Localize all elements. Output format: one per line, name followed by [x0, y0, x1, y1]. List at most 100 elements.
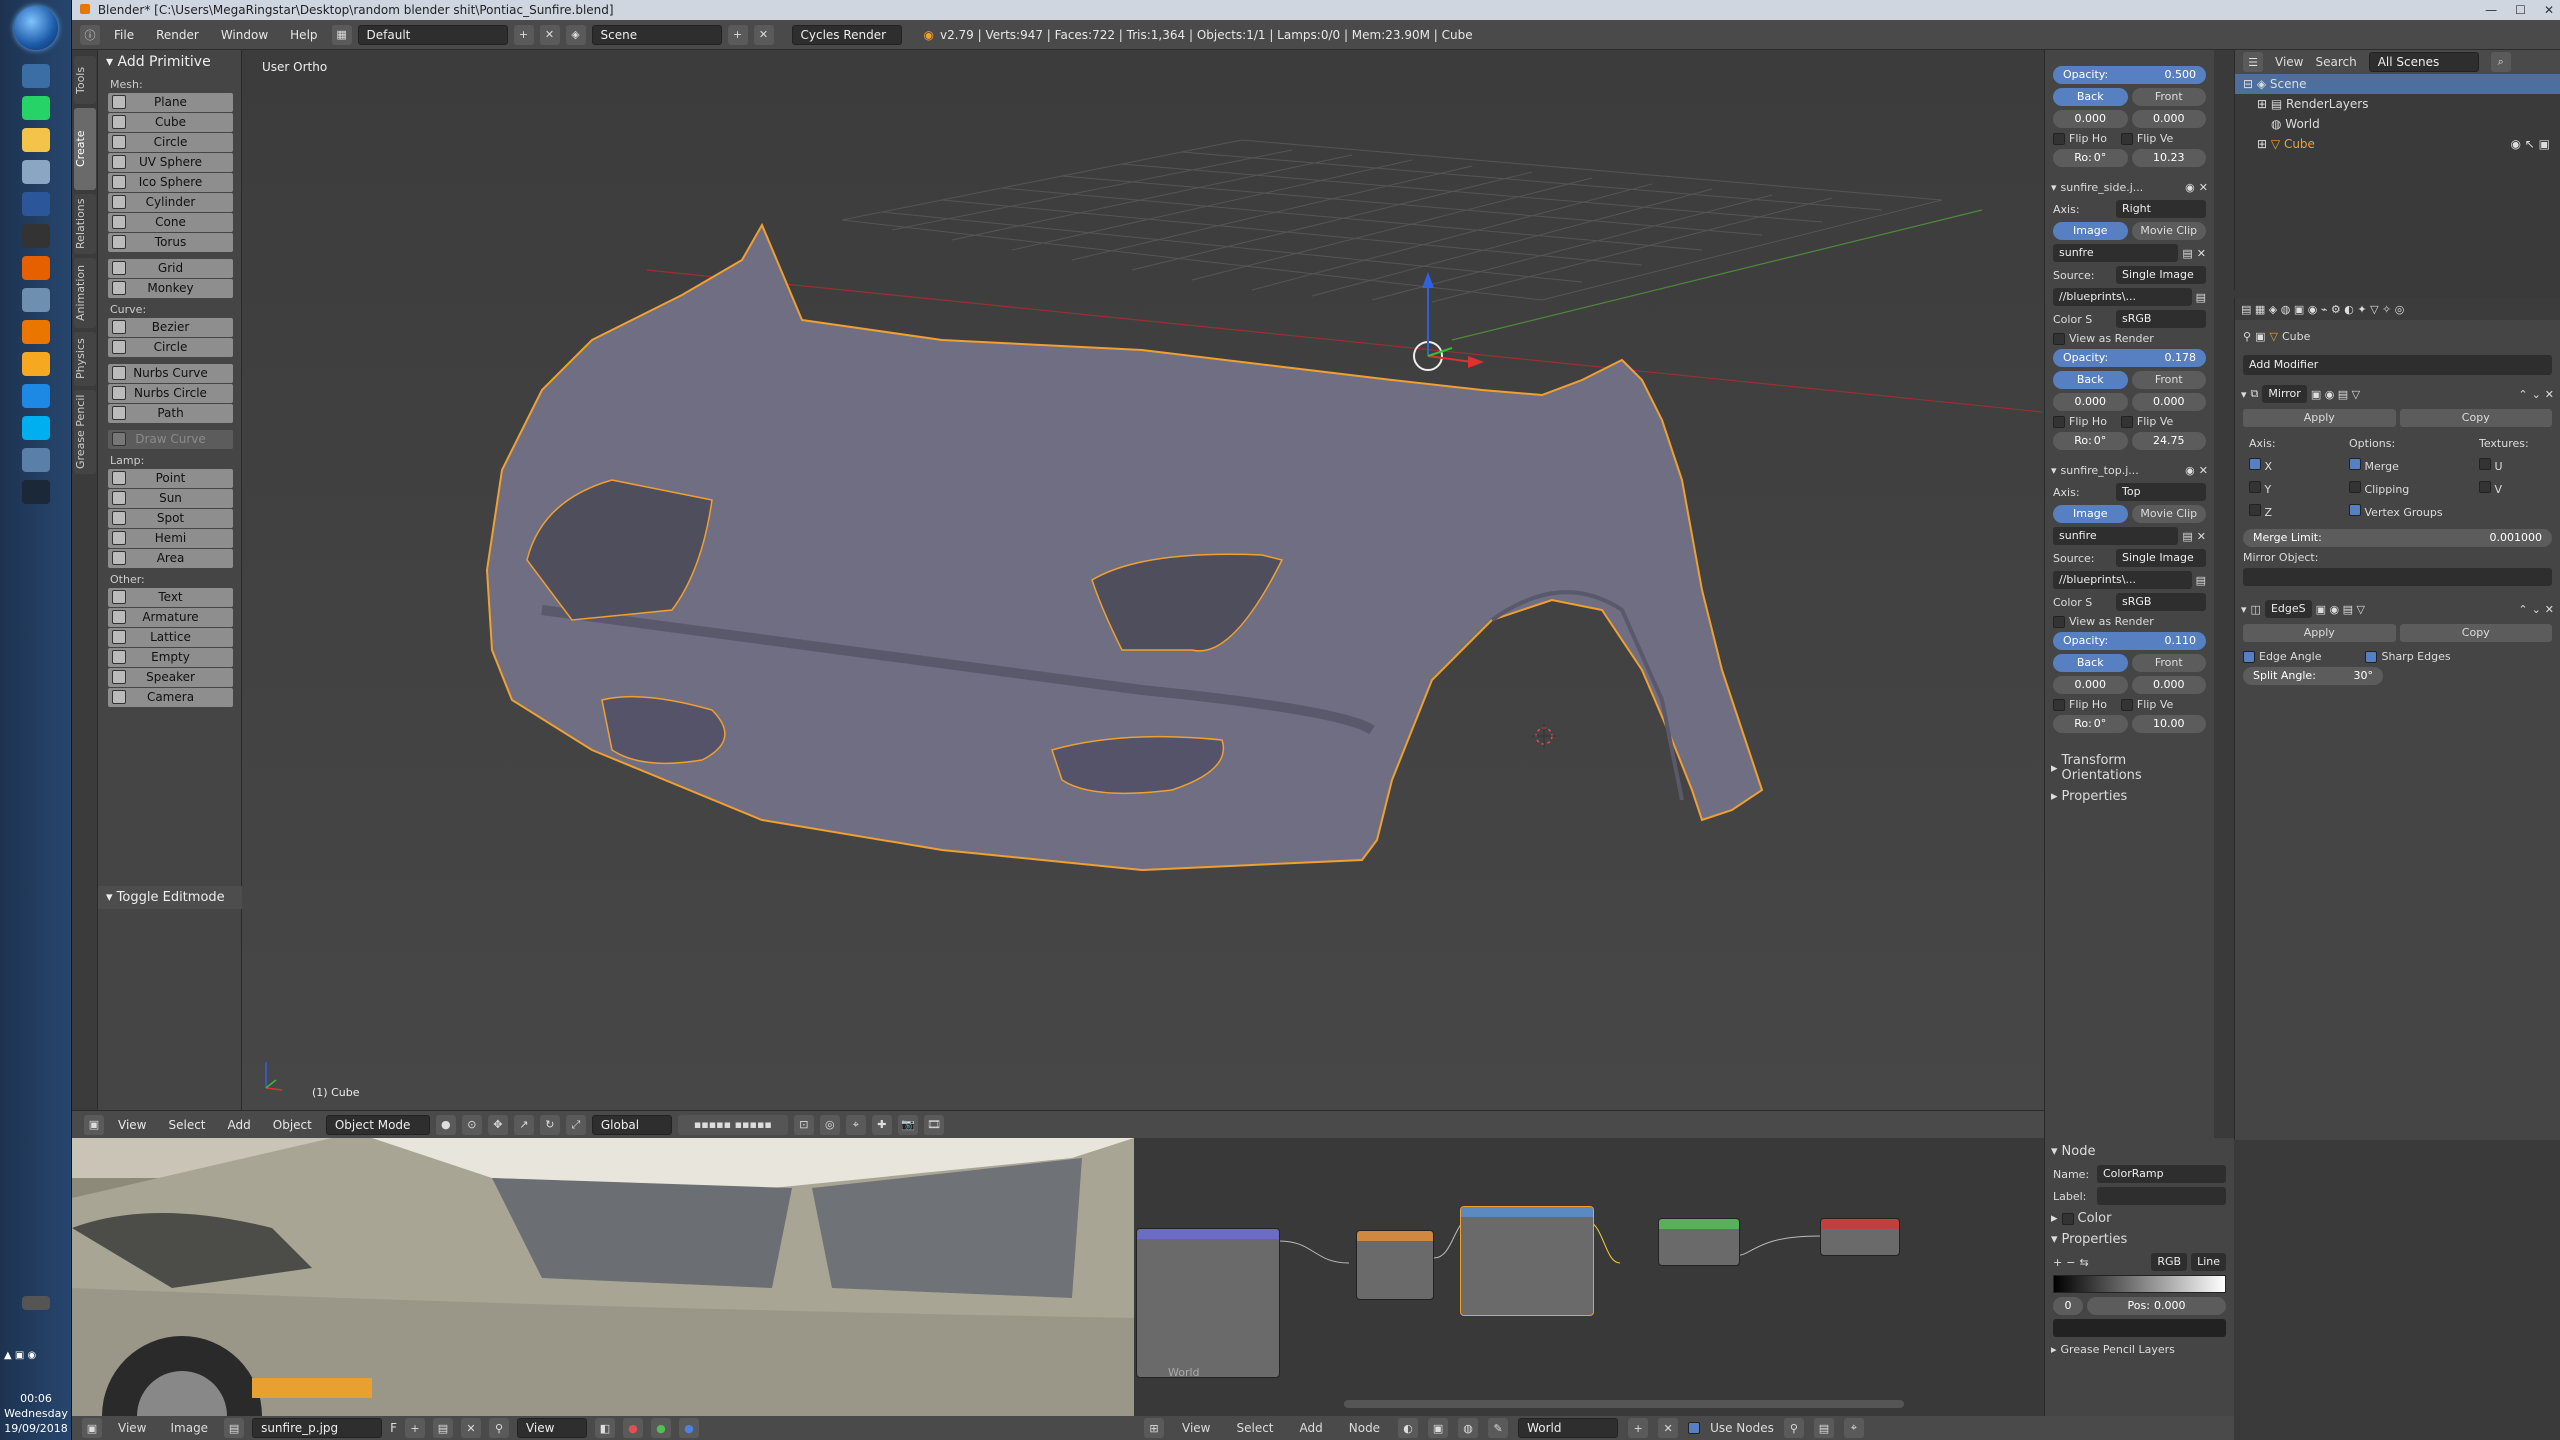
menu-help[interactable]: Help [282, 28, 325, 42]
properties-panel[interactable]: ▸ Properties [2051, 789, 2208, 804]
front-button[interactable]: Front [2131, 371, 2206, 389]
clock[interactable]: 00:06 Wednesday 19/09/2018 [0, 1391, 72, 1436]
stop-index-field[interactable]: 0 [2053, 1297, 2083, 1315]
axis-selector[interactable]: Right [2116, 200, 2206, 218]
snap-icon[interactable]: ⌖ [845, 1114, 866, 1135]
movie-clip-button[interactable]: Movie Clip [2131, 505, 2206, 523]
node-name-field[interactable]: ColorRamp [2097, 1165, 2226, 1183]
add-other-button[interactable]: Speaker [108, 668, 233, 687]
visibility-icons[interactable]: ◉ ↖ ▣ [2511, 134, 2551, 154]
source-selector[interactable]: Single Image [2116, 266, 2206, 284]
add-mesh-button[interactable]: UV Sphere [108, 153, 233, 172]
add-lamp-button[interactable]: Hemi [108, 529, 233, 548]
add-other-button[interactable]: Empty [108, 648, 233, 667]
render-anim-icon[interactable]: 🎞 [923, 1114, 944, 1135]
mirror-modifier-header[interactable]: ▾ ⧉ Mirror ▣ ◉ ▤ ▽ ⌃ ⌄ ✕ [2241, 385, 2554, 403]
skype-icon[interactable] [22, 416, 50, 440]
front-button[interactable]: Front [2131, 88, 2206, 106]
node-panel-header[interactable]: ▾ Node [2051, 1144, 2228, 1159]
flip-v-checkbox[interactable] [2120, 132, 2133, 145]
merge-checkbox[interactable] [2349, 458, 2361, 470]
add-lamp-button[interactable]: Spot [108, 509, 233, 528]
menu-view[interactable]: View [110, 1421, 154, 1435]
opacity-field[interactable]: Opacity: 0.178 [2053, 349, 2206, 367]
add-mesh-button[interactable]: Ico Sphere [108, 173, 233, 192]
sharp-edges-checkbox[interactable] [2365, 650, 2378, 663]
channel-g-icon[interactable]: ● [650, 1418, 671, 1438]
offset-x-field[interactable]: 0.000 [2053, 393, 2128, 411]
opacity-field[interactable]: Opacity: 0.500 [2053, 66, 2206, 84]
tab-animation[interactable]: Animation [74, 258, 96, 328]
merge-limit-field[interactable]: Merge Limit: 0.001000 [2243, 529, 2552, 547]
channel-r-icon[interactable]: ● [622, 1418, 643, 1438]
mode-selector[interactable]: Object Mode [325, 1114, 430, 1135]
grease-pencil-panel[interactable]: ▸ Grease Pencil Layers [2051, 1343, 2228, 1356]
view-as-render-checkbox[interactable] [2053, 615, 2065, 628]
texture-u-checkbox[interactable] [2479, 458, 2491, 470]
tray-icons[interactable]: ▲ ▣ ◉ [4, 1350, 68, 1364]
menu-view[interactable]: View [2275, 55, 2303, 69]
channel-b-icon[interactable]: ● [678, 1418, 699, 1438]
color-checkbox[interactable] [2061, 1212, 2074, 1225]
apply-button[interactable]: Apply [2243, 624, 2396, 642]
color-panel-header[interactable]: ▸ Color [2051, 1211, 2228, 1226]
top-image-header[interactable]: ▾ sunfire_top.j... ◉ ✕ [2051, 464, 2208, 477]
collapse-icon[interactable]: ▾ [2241, 603, 2247, 616]
app-icon[interactable] [22, 448, 50, 472]
mirror-object-field[interactable] [2243, 568, 2552, 586]
menu-image[interactable]: Image [162, 1421, 216, 1435]
back-button[interactable]: Back [2053, 371, 2128, 389]
copy-button[interactable]: Copy [2399, 624, 2552, 642]
interpolation-selector[interactable]: Line [2191, 1253, 2226, 1271]
menu-add[interactable]: Add [1292, 1421, 1331, 1435]
add-curve-button[interactable]: Circle [108, 338, 233, 357]
rotation-field[interactable]: Ro: 0° [2053, 149, 2128, 167]
menu-file[interactable]: File [106, 28, 142, 42]
rotation-field[interactable]: Ro: 0° [2053, 432, 2128, 450]
folder-icon[interactable]: ▤ [2196, 574, 2206, 587]
add-other-button[interactable]: Lattice [108, 628, 233, 647]
node-label-field[interactable] [2097, 1187, 2226, 1205]
object-shader-icon[interactable]: ▣ [1428, 1418, 1449, 1438]
split-angle-field[interactable]: Split Angle: 30° [2243, 667, 2383, 685]
source-selector[interactable]: Single Image [2116, 549, 2206, 567]
orientation-selector[interactable]: Global [591, 1114, 672, 1135]
colorramp-node[interactable] [1460, 1206, 1594, 1316]
lock-icon[interactable]: ⊡ [793, 1114, 814, 1135]
app-icon[interactable] [22, 288, 50, 312]
axis-y-checkbox[interactable] [2249, 481, 2261, 493]
copy-button[interactable]: Copy [2399, 409, 2552, 427]
transform-orientations-panel[interactable]: ▸ Transform Orientations [2051, 753, 2208, 783]
tab-grease-pencil[interactable]: Grease Pencil [74, 390, 96, 474]
properties-panel-header[interactable]: ▾ Properties [2051, 1232, 2228, 1247]
vertex-groups-checkbox[interactable] [2349, 504, 2361, 516]
pin-icon[interactable]: ⚲ [2243, 330, 2251, 343]
remove-layout-icon[interactable]: ✕ [539, 24, 560, 45]
image-datablock[interactable]: sunfire [2053, 527, 2179, 545]
backdrop-icon[interactable]: ▤ [1813, 1418, 1834, 1438]
remove-scene-icon[interactable]: ✕ [753, 24, 774, 45]
axis-x-checkbox[interactable] [2249, 458, 2261, 470]
use-nodes-checkbox[interactable] [1688, 1422, 1701, 1434]
menu-node[interactable]: Node [1341, 1421, 1388, 1435]
image-browse-icon[interactable]: ▤ [224, 1418, 245, 1438]
new-image-icon[interactable]: + [404, 1418, 425, 1438]
close-icon[interactable]: ✕ [2544, 0, 2554, 20]
maximize-icon[interactable]: ☐ [2515, 0, 2526, 20]
steam-icon[interactable] [22, 480, 50, 504]
side-image-header[interactable]: ▾ sunfire_side.j... ◉ ✕ [2051, 181, 2208, 194]
editor-type-icon[interactable]: ▣ [82, 1418, 102, 1438]
add-other-button[interactable]: Armature [108, 608, 233, 627]
menu-render[interactable]: Render [148, 28, 207, 42]
offset-y-field[interactable]: 0.000 [2131, 110, 2206, 128]
move-up-icon[interactable]: ⌃ [2518, 388, 2527, 401]
add-curve-button[interactable]: Nurbs Curve [108, 364, 233, 383]
eye-icon[interactable]: ◉ [2185, 464, 2195, 477]
minimize-icon[interactable]: — [2485, 0, 2497, 20]
tab-relations[interactable]: Relations [74, 194, 96, 254]
gradient-texture-node[interactable] [1356, 1230, 1434, 1300]
move-down-icon[interactable]: ⌄ [2532, 603, 2541, 616]
world-output-node[interactable] [1820, 1218, 1900, 1256]
add-mesh-button[interactable]: Plane [108, 93, 233, 112]
stop-color-swatch[interactable] [2053, 1319, 2226, 1337]
